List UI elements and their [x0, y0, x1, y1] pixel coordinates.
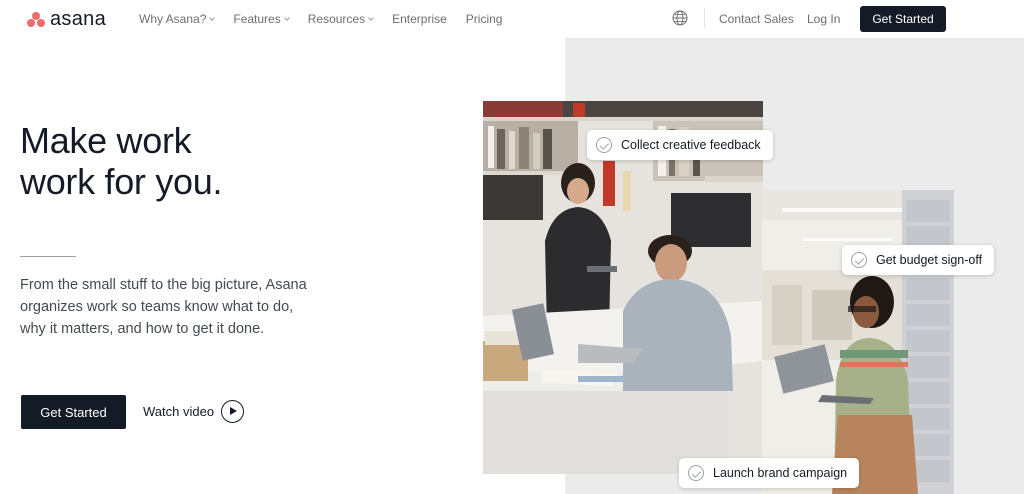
- chevron-down-icon: [368, 15, 374, 21]
- check-circle-icon: [688, 465, 704, 481]
- chevron-down-icon: [283, 15, 290, 21]
- log-in-link[interactable]: Log In: [807, 12, 840, 26]
- hero-divider: [20, 256, 76, 257]
- nav-get-started-button[interactable]: Get Started: [860, 6, 946, 32]
- contact-sales-link[interactable]: Contact Sales: [719, 12, 794, 26]
- task-card-launch-campaign: Launch brand campaign: [679, 458, 860, 488]
- logo-wordmark: asana: [50, 8, 106, 30]
- nav-enterprise[interactable]: Enterprise: [392, 12, 447, 26]
- asana-logo[interactable]: asana: [27, 9, 106, 29]
- watch-video-label: Watch video: [143, 404, 215, 419]
- primary-nav: Why Asana? Features Resources Enterprise…: [139, 12, 521, 26]
- watch-video-button[interactable]: Watch video: [143, 400, 245, 423]
- woman-laptop-photo: [762, 190, 954, 494]
- nav-why-asana-label: Why Asana?: [139, 12, 207, 26]
- task-card-label: Get budget sign-off: [876, 253, 983, 267]
- nav-pricing[interactable]: Pricing: [466, 12, 503, 26]
- nav-enterprise-label: Enterprise: [392, 12, 447, 26]
- hero-headline: Make work work for you.: [20, 120, 222, 202]
- play-icon: [221, 400, 245, 423]
- hero-headline-line-2: work for you.: [20, 161, 223, 202]
- nav-resources[interactable]: Resources: [307, 12, 374, 26]
- globe-icon[interactable]: [672, 10, 688, 26]
- check-circle-icon: [596, 137, 612, 153]
- nav-pricing-label: Pricing: [465, 12, 503, 26]
- task-card-label: Collect creative feedback: [621, 138, 761, 152]
- woman-laptop-illustration: [762, 190, 954, 494]
- nav-features-label: Features: [233, 12, 281, 26]
- chevron-down-icon: [209, 15, 216, 21]
- nav-why-asana[interactable]: Why Asana?: [139, 12, 216, 26]
- task-card-budget-sign-off: Get budget sign-off: [842, 245, 995, 275]
- check-circle-icon: [851, 252, 867, 268]
- hero-subtext: From the small stuff to the big picture,…: [20, 277, 307, 337]
- hero-get-started-button[interactable]: Get Started: [21, 395, 126, 429]
- task-card-collect-feedback: Collect creative feedback: [587, 130, 773, 160]
- top-nav: asana Why Asana? Features Resources Ente…: [0, 0, 1024, 38]
- hero-headline-line-1: Make work: [20, 120, 192, 161]
- nav-resources-label: Resources: [307, 12, 366, 26]
- asana-logo-icon: [27, 11, 45, 27]
- nav-divider: [704, 8, 705, 28]
- nav-features[interactable]: Features: [233, 12, 290, 26]
- task-card-label: Launch brand campaign: [713, 466, 848, 480]
